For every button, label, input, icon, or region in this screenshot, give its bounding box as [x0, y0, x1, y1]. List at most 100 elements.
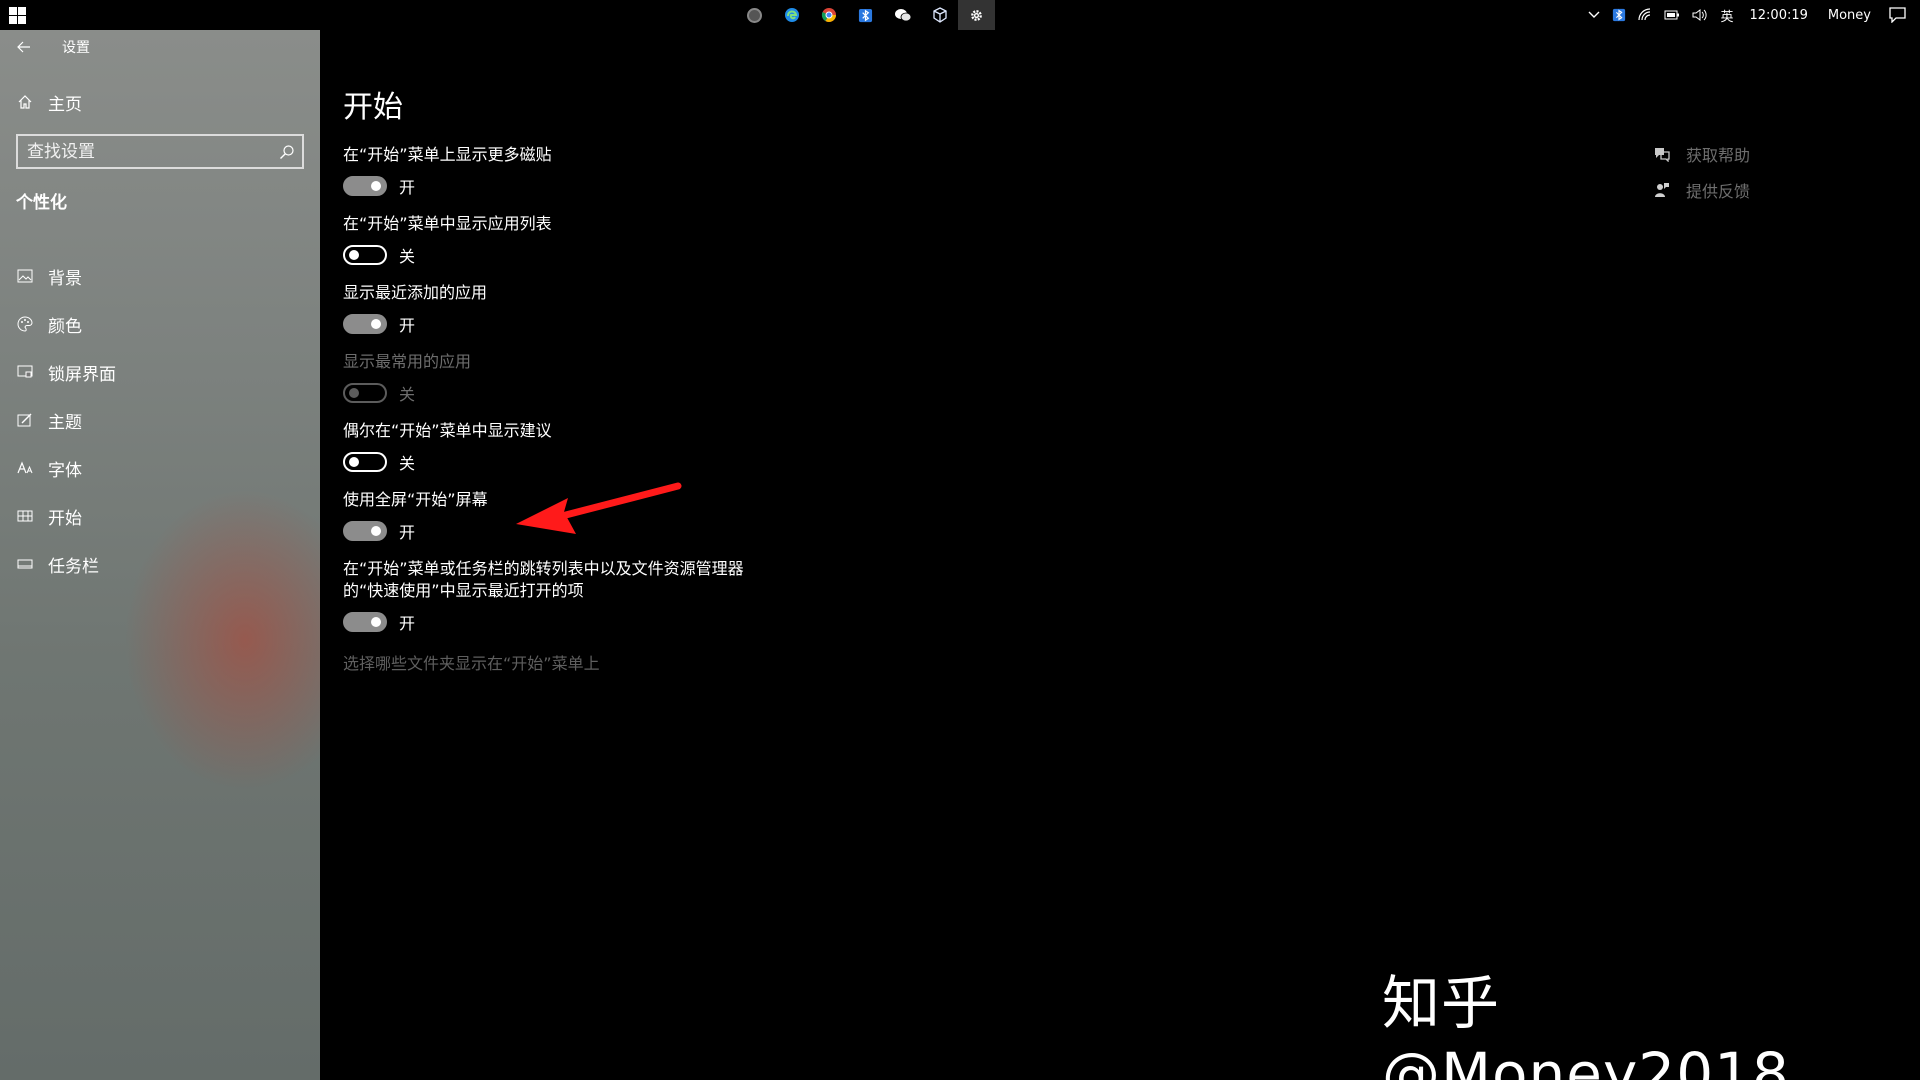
toggle-state: 开 [399, 614, 416, 633]
toggle-switch-suggestions[interactable] [343, 452, 387, 472]
start-icon [16, 507, 34, 525]
search-icon[interactable] [272, 144, 302, 160]
setting-label: 在“开始”菜单中显示应用列表 [343, 214, 552, 233]
sidebar-item-label: 字体 [48, 460, 82, 481]
toggle-row: 关 [343, 381, 823, 405]
toggle-row: 开 [343, 610, 823, 634]
sidebar-item-taskbar[interactable]: 任务栏 [0, 540, 320, 588]
help-links: 获取帮助 提供反馈 [1652, 136, 1750, 208]
image-icon [16, 267, 34, 285]
wifi-icon[interactable] [1632, 0, 1658, 30]
lock-screen-icon [16, 363, 34, 381]
setting-label: 显示最近添加的应用 [343, 283, 488, 302]
watermark: 知乎 @Money2018 [1382, 969, 1790, 1080]
sidebar-item-label: 开始 [48, 508, 82, 529]
theme-icon [16, 411, 34, 429]
toggle-knob [371, 617, 381, 627]
font-icon [16, 459, 34, 477]
window-title: 设置 [62, 40, 90, 56]
home-icon [16, 93, 34, 111]
tray-user-name[interactable]: Money [1818, 0, 1881, 30]
sidebar-item-label: 主题 [48, 412, 82, 433]
sidebar-item-label: 背景 [48, 268, 82, 289]
box-app-icon[interactable] [921, 0, 958, 30]
toggle-row: 开 [343, 312, 823, 336]
settings-gear-icon[interactable] [958, 0, 995, 30]
settings-sidebar: 设置 主页 个性化 背景 颜色 锁屏界面 [0, 30, 320, 1080]
sidebar-item-lock-screen[interactable]: 锁屏界面 [0, 348, 320, 396]
main-content: 开始 在“开始”菜单上显示更多磁贴 开 在“开始”菜单中显示应用列表 关 显示最… [320, 30, 1920, 1080]
toggle-state: 关 [399, 247, 416, 266]
taskbar-apps [736, 0, 995, 30]
ime-indicator[interactable]: 英 [1714, 0, 1739, 30]
sidebar-item-label: 任务栏 [48, 556, 99, 577]
toggle-knob [349, 457, 359, 467]
toggle-knob [371, 319, 381, 329]
wechat-icon[interactable] [884, 0, 921, 30]
get-help-link[interactable]: 获取帮助 [1652, 136, 1750, 172]
section-title: 个性化 [16, 193, 67, 213]
toggle-switch-app-list[interactable] [343, 245, 387, 265]
system-tray: 英 12:00:19 Money [1582, 0, 1920, 30]
sidebar-item-start[interactable]: 开始 [0, 492, 320, 540]
toggle-state: 开 [399, 316, 416, 335]
nav-home-label: 主页 [48, 94, 82, 115]
clock[interactable]: 12:00:19 [1740, 0, 1818, 30]
feedback-label: 提供反馈 [1686, 182, 1751, 201]
toggle-row: 关 [343, 243, 823, 267]
toggle-knob [371, 181, 381, 191]
toggle-switch-recently-added[interactable] [343, 314, 387, 334]
sidebar-item-background[interactable]: 背景 [0, 252, 320, 300]
setting-label-line1: 在“开始”菜单或任务栏的跳转列表中以及文件资源管理器 [343, 559, 744, 578]
setting-app-list: 在“开始”菜单中显示应用列表 关 [343, 213, 823, 267]
sidebar-item-colors[interactable]: 颜色 [0, 300, 320, 348]
toggle-state: 开 [399, 178, 416, 197]
sidebar-item-fonts[interactable]: 字体 [0, 444, 320, 492]
choose-folders-link[interactable]: 选择哪些文件夹显示在“开始”菜单上 [343, 650, 600, 674]
setting-most-used: 显示最常用的应用 关 [343, 351, 823, 405]
setting-label: 偶尔在“开始”菜单中显示建议 [343, 421, 552, 440]
setting-label: 在“开始”菜单上显示更多磁贴 [343, 145, 552, 164]
toggle-row: 开 [343, 174, 823, 198]
sidebar-item-label: 颜色 [48, 316, 82, 337]
setting-more-tiles: 在“开始”菜单上显示更多磁贴 开 [343, 144, 823, 198]
palette-icon [16, 315, 34, 333]
sidebar-item-themes[interactable]: 主题 [0, 396, 320, 444]
toggle-knob [371, 526, 381, 536]
taskbar-app-1-icon[interactable] [736, 0, 773, 30]
nav-list: 背景 颜色 锁屏界面 主题 字体 开始 任务栏 [0, 252, 320, 588]
title-row: 设置 [0, 30, 320, 64]
toggle-row: 关 [343, 450, 823, 474]
setting-suggestions: 偶尔在“开始”菜单中显示建议 关 [343, 420, 823, 474]
chrome-icon[interactable] [810, 0, 847, 30]
action-center-icon[interactable] [1881, 0, 1920, 30]
nav-home[interactable]: 主页 [16, 90, 82, 115]
toggle-switch-more-tiles[interactable] [343, 176, 387, 196]
page-title: 开始 [343, 90, 403, 125]
battery-icon[interactable] [1658, 0, 1686, 30]
toggle-state: 关 [399, 454, 416, 473]
help-chat-icon [1652, 146, 1672, 162]
edge-icon[interactable] [773, 0, 810, 30]
setting-recent-items: 在“开始”菜单或任务栏的跳转列表中以及文件资源管理器 的“快速使用”中显示最近打… [343, 558, 823, 634]
setting-recently-added: 显示最近添加的应用 开 [343, 282, 823, 336]
get-help-label: 获取帮助 [1686, 146, 1751, 165]
tray-expand-chevron-icon[interactable] [1582, 0, 1606, 30]
tray-bluetooth-icon[interactable] [1606, 0, 1632, 30]
feedback-link[interactable]: 提供反馈 [1652, 172, 1750, 208]
toggle-switch-most-used [343, 383, 387, 403]
toggle-knob [349, 388, 359, 398]
search-box [16, 134, 304, 169]
toggle-state: 关 [399, 385, 416, 404]
volume-icon[interactable] [1686, 0, 1714, 30]
toggle-switch-full-screen-start[interactable] [343, 521, 387, 541]
search-input[interactable] [18, 136, 272, 167]
bluetooth-app-icon[interactable] [847, 0, 884, 30]
back-arrow-icon[interactable] [0, 38, 48, 57]
windows-start-icon[interactable] [9, 7, 26, 24]
taskbar-icon [16, 555, 34, 573]
toggle-knob [349, 250, 359, 260]
toggle-switch-recent-items[interactable] [343, 612, 387, 632]
taskbar: 英 12:00:19 Money [0, 0, 1920, 30]
setting-label: 显示最常用的应用 [343, 352, 472, 371]
